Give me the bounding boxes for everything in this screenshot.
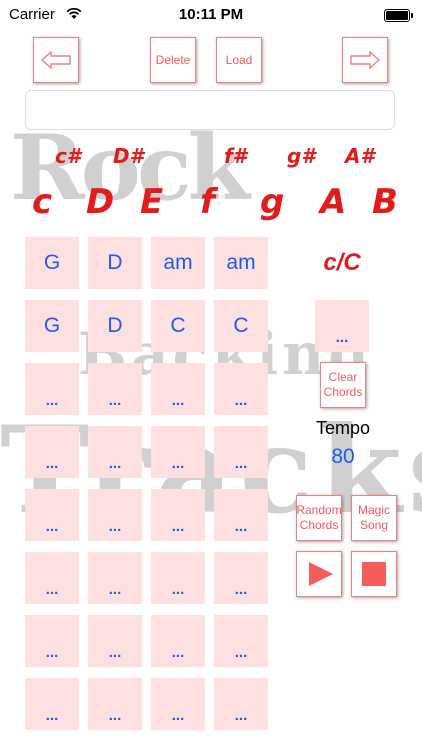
chord-pad-empty[interactable]: ... <box>151 615 205 667</box>
chord-pad-empty[interactable]: ... <box>25 678 79 730</box>
forward-button[interactable] <box>342 37 388 83</box>
magic-song-button[interactable]: Magic Song <box>351 495 397 541</box>
key-b[interactable]: B <box>372 182 398 222</box>
key-e[interactable]: E <box>140 182 163 222</box>
chord-pad-empty[interactable]: ... <box>25 363 79 415</box>
chord-pad-2[interactable]: D <box>88 237 142 289</box>
clear-chords-line1: Clear <box>328 370 358 384</box>
tempo-value[interactable]: 80 <box>300 445 386 469</box>
chord-pad-empty[interactable]: ... <box>88 426 142 478</box>
chord-pad-empty[interactable]: ... <box>25 426 79 478</box>
chord-pad-empty[interactable]: ... <box>25 615 79 667</box>
key-c-sharp[interactable]: c# <box>55 144 81 168</box>
clear-chords-button[interactable]: Clear Chords <box>320 362 366 408</box>
chord-pad-empty[interactable]: ... <box>25 552 79 604</box>
back-button[interactable] <box>33 37 79 83</box>
key-a[interactable]: A <box>320 182 346 222</box>
chord-input-pad[interactable]: ... <box>315 300 369 352</box>
chord-pad-empty[interactable]: ... <box>214 426 268 478</box>
chord-pad-1[interactable]: G <box>25 237 79 289</box>
chord-pad-3[interactable]: am <box>151 237 205 289</box>
chord-pad-empty[interactable]: ... <box>151 678 205 730</box>
chord-pad-empty[interactable]: ... <box>88 489 142 541</box>
chord-pad-5[interactable]: G <box>25 300 79 352</box>
key-f[interactable]: f <box>200 182 215 222</box>
chord-pad-7[interactable]: C <box>151 300 205 352</box>
chord-pad-empty[interactable]: ... <box>88 678 142 730</box>
chord-pad-empty[interactable]: ... <box>151 489 205 541</box>
random-chords-line1: Random <box>296 503 342 517</box>
left-arrow-icon <box>41 51 71 69</box>
tempo-label: Tempo <box>315 418 371 438</box>
key-a-sharp[interactable]: A# <box>345 144 374 168</box>
magic-song-line2: Song <box>359 518 389 532</box>
chord-pad-empty[interactable]: ... <box>88 363 142 415</box>
magic-song-line1: Magic <box>357 503 390 517</box>
right-arrow-icon <box>350 51 380 69</box>
play-button[interactable] <box>296 551 342 597</box>
song-name-field[interactable] <box>25 90 395 130</box>
key-d[interactable]: D <box>86 182 114 222</box>
play-icon <box>308 562 333 586</box>
chord-pad-empty[interactable]: ... <box>214 552 268 604</box>
clear-chords-line2: Chords <box>323 385 363 399</box>
current-chord-label: c/C <box>323 249 361 276</box>
chord-pad-empty[interactable]: ... <box>214 363 268 415</box>
chord-pad-6[interactable]: D <box>88 300 142 352</box>
status-time: 10:11 PM <box>178 6 244 23</box>
chord-pad-empty[interactable]: ... <box>214 489 268 541</box>
chord-pad-4[interactable]: am <box>214 237 268 289</box>
chord-pad-empty[interactable]: ... <box>151 426 205 478</box>
chord-pad-empty[interactable]: ... <box>214 678 268 730</box>
key-g-sharp[interactable]: g# <box>287 144 315 168</box>
key-g[interactable]: g <box>260 182 284 222</box>
chord-pad-empty[interactable]: ... <box>88 615 142 667</box>
battery-icon <box>384 9 413 22</box>
load-button[interactable]: Load <box>216 37 262 83</box>
stop-button[interactable] <box>351 551 397 597</box>
status-bar: Carrier 10:11 PM <box>0 0 422 30</box>
random-chords-line2: Chords <box>299 518 339 532</box>
chord-pad-empty[interactable]: ... <box>151 552 205 604</box>
stop-icon <box>362 562 386 586</box>
chord-pad-empty[interactable]: ... <box>25 489 79 541</box>
chord-pad-8[interactable]: C <box>214 300 268 352</box>
key-d-sharp[interactable]: D# <box>113 144 144 168</box>
chord-pad-empty[interactable]: ... <box>88 552 142 604</box>
chord-pad-empty[interactable]: ... <box>214 615 268 667</box>
delete-button[interactable]: Delete <box>150 37 196 83</box>
random-chords-button[interactable]: Random Chords <box>296 495 342 541</box>
key-f-sharp[interactable]: f# <box>224 144 247 168</box>
chord-pad-empty[interactable]: ... <box>151 363 205 415</box>
key-c[interactable]: c <box>32 182 52 222</box>
